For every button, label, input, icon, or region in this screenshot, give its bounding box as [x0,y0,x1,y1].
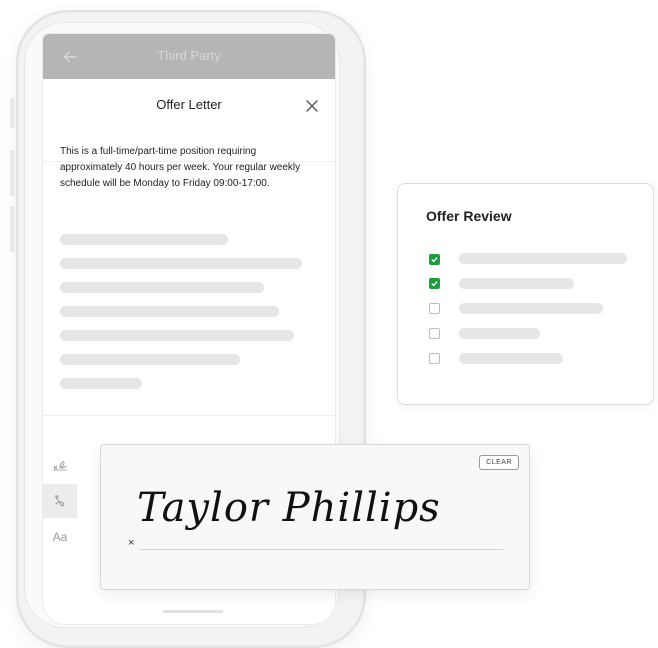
type-tool-button[interactable]: Aa [43,520,77,554]
clear-button[interactable]: CLEAR [479,455,519,470]
phone-side-button [10,206,15,252]
text-placeholder [60,378,142,389]
review-item-placeholder [459,353,563,364]
modal-title: Offer Letter [156,97,222,112]
check-icon [431,281,438,287]
draw-icon [55,495,65,507]
type-text-icon: Aa [52,530,68,544]
review-item-placeholder [459,253,627,264]
close-icon[interactable] [305,99,319,113]
app-topbar: Third Party [43,34,335,79]
signature-x-mark: × [128,537,135,549]
review-checkbox[interactable] [429,328,440,339]
text-placeholder [60,330,294,341]
signature-pen-icon [53,461,67,471]
review-checkbox-checked[interactable] [429,278,440,289]
draw-tool-button[interactable] [43,484,77,518]
text-placeholder [60,258,302,269]
review-checkbox[interactable] [429,303,440,314]
offer-letter-text: This is a full-time/part-time position r… [60,146,301,189]
offer-review-title: Offer Review [426,208,512,224]
review-checkbox-checked[interactable] [429,254,440,265]
phone-side-button [10,150,15,196]
review-checkbox[interactable] [429,353,440,364]
signature-tool-button[interactable] [43,448,77,482]
review-item-placeholder [459,303,603,314]
signature-pad[interactable]: CLEAR Taylor Phillips × [100,444,530,590]
text-placeholder [60,354,240,365]
signature-line [139,549,503,550]
review-item-placeholder [459,328,540,339]
signature-drawing: Taylor Phillips [137,485,441,531]
topbar-title: Third Party [157,48,221,63]
review-item-placeholder [459,278,574,289]
home-indicator [163,610,223,613]
offer-review-card: Offer Review [397,183,654,405]
check-icon [431,257,438,263]
text-placeholder [60,306,279,317]
phone-side-button [10,98,15,128]
text-placeholder [60,282,264,293]
text-placeholder [60,234,228,245]
divider [43,415,335,416]
